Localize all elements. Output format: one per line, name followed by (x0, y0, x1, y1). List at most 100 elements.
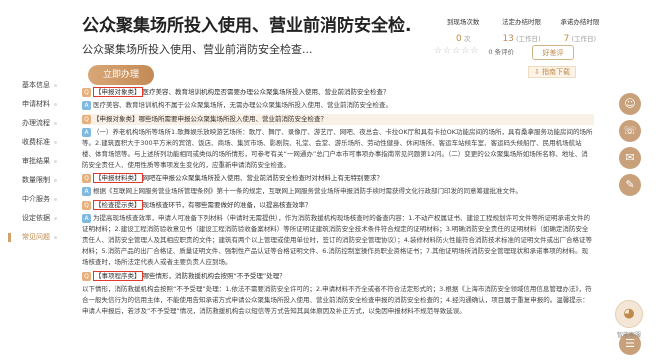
faq-tag: 【申报对象类】 (93, 87, 143, 97)
question-icon: Q (82, 200, 91, 210)
stat-promised-limit: 承诺办结时限 7 (工作日) (551, 16, 609, 44)
faq-answer-text: （一）养老机构场所等场所1.歌舞娱乐放映游艺场所：歌厅、舞厅、录像厅、游艺厅、网… (82, 128, 593, 169)
guide-download-button[interactable]: ⇩ 指南下载 (528, 66, 576, 78)
star-icon: ☆ (452, 46, 461, 56)
stat-label: 承诺办结时限 (560, 18, 600, 26)
sidebar-item-limits[interactable]: 数量限制 (0, 171, 60, 190)
chat-button[interactable]: ✉ (619, 147, 641, 169)
sidebar-item-label: 数量限制 (22, 176, 50, 184)
star-icon: ☆ (461, 46, 470, 56)
message-button[interactable]: ✎ (619, 174, 641, 196)
assistant-label: 智能客服 (616, 332, 641, 339)
sidebar-item-agency[interactable]: 中介服务 (0, 190, 60, 209)
sidebar-item-faq[interactable]: 常见问题 (0, 228, 60, 247)
chat-icon: ✉ (625, 151, 635, 164)
guide-download-label: 指南下载 (542, 68, 571, 76)
faq-question: Q 【事项程序类】 哪些情形，消防救援机构会按照“不予受理”处理？ (82, 271, 594, 282)
faq-answer: A 医疗美容、教育培训机构不属于公众聚集场所，无需办理公众聚集场所投入使用、营业前… (82, 100, 594, 111)
faq-question-text: 【申报对象类】哪些场所需要申报公众聚集场所投入使用、营业前消防安全检查？ (93, 115, 327, 123)
stat-legal-limit: 法定办结时限 13 (工作日) (492, 16, 550, 44)
faq-answer-text: 医疗美容、教育培训机构不属于公众聚集场所，无需办理公众聚集场所投入使用、营业前消… (93, 101, 392, 109)
active-indicator (8, 233, 11, 242)
nav-dot-icon (54, 198, 57, 201)
star-icon: ☆ (470, 46, 479, 56)
answer-icon: A (82, 100, 91, 110)
sidebar-item-label: 设定依据 (22, 214, 50, 222)
nav-dot-icon (54, 103, 57, 106)
nav-dot-icon (54, 141, 57, 144)
phone-icon: ☏ (623, 124, 637, 137)
page-title: 公众聚集场所投入使用、营业前消防安全检... (82, 16, 412, 36)
stat-unit: (工作日) (515, 35, 541, 43)
rate-button[interactable]: 好差评 (532, 45, 574, 60)
page: 公众聚集场所投入使用、营业前消防安全检... 公众聚集场所投入使用、营业前消防安… (0, 0, 660, 360)
stat-visits: 到现场次数 0 次 (434, 16, 492, 44)
faq-answer: A 根据《互联网上网服务营业场所管理条例》第十一条的规定，互联网上网服务营业场所申… (82, 186, 594, 197)
user-center-button[interactable]: ☺ (619, 93, 641, 115)
sidebar-item-basic-info[interactable]: 基本信息 (0, 76, 60, 95)
faq-question-text: 网吧在申报公众聚集场所投入使用、营业前消防安全检查时对材料上有无特别要求？ (142, 174, 384, 182)
faq-question-text: 医疗美容、教育培训机构是否需要办理公众聚集场所投入使用、营业前消防安全检查？ (142, 88, 390, 96)
stat-number: 7 (563, 34, 570, 44)
faq-question: Q 【申报对象类】哪些场所需要申报公众聚集场所投入使用、营业前消防安全检查？ (82, 114, 594, 125)
nav-dot-icon (54, 160, 57, 163)
faq-question-text: 哪些情形，消防救援机构会按照“不予受理”处理？ (142, 272, 286, 280)
download-icon: ⇩ (533, 68, 540, 76)
faq-answer-text: 为提高现场核查效率，申请人可准备下列材料（申请时无需提供），作为消防救援机构现场… (82, 214, 592, 266)
answer-icon: A (82, 127, 91, 137)
answer-icon: A (82, 186, 91, 196)
stat-unit: (工作日) (571, 35, 597, 43)
page-subtitle: 公众聚集场所投入使用、营业前消防安全检查... (82, 43, 313, 56)
message-icon: ✎ (625, 178, 635, 191)
faq-answer-text: 以下情形，消防救援机构会按照“不予受理”处理：1.依法不需要消防安全许可的；2.… (82, 285, 592, 315)
stat-value: 0 次 (434, 33, 492, 44)
sidebar-nav: 基本信息 申请材料 办理流程 收费标准 审批结果 数量限制 中介服务 设定依据 … (0, 76, 60, 247)
answer-icon: A (82, 213, 91, 223)
stat-label: 到现场次数 (446, 18, 480, 26)
user-icon: ☺ (624, 97, 636, 110)
faq-answer: A 为提高现场核查效率，申请人可准备下列材料（申请时无需提供），作为消防救援机构现… (82, 213, 594, 268)
sidebar-item-label: 申请材料 (22, 100, 50, 108)
nav-dot-icon (54, 179, 57, 182)
nav-dot-icon (54, 122, 57, 125)
stat-value: 7 (工作日) (551, 33, 609, 44)
rating-count: 0 条评价 (488, 48, 515, 56)
star-icon: ☆ (434, 46, 443, 56)
sidebar-item-label: 收费标准 (22, 138, 50, 146)
rating-row: ☆ ☆ ☆ ☆ ☆ 0 条评价 (434, 46, 514, 56)
stat-number: 0 (456, 34, 462, 44)
sidebar-item-results[interactable]: 审批结果 (0, 152, 60, 171)
smart-assistant-button[interactable]: ◕ 智能客服 (612, 300, 646, 339)
faq-answer: 以下情形，消防救援机构会按照“不予受理”处理：1.依法不需要消防安全许可的；2.… (82, 284, 594, 317)
faq-answer-text: 根据《互联网上网服务营业场所管理条例》第十一条的规定，互联网上网服务营业场所申报… (93, 187, 522, 195)
stat-number: 13 (502, 34, 514, 44)
stat-unit: 次 (463, 35, 471, 43)
question-icon: Q (82, 271, 91, 281)
faq-tag: 【申报材料类】 (93, 173, 143, 183)
sidebar-item-label: 常见问题 (22, 233, 50, 241)
sidebar-item-process[interactable]: 办理流程 (0, 114, 60, 133)
robot-icon: ◕ (615, 300, 643, 328)
faq-question: Q 【检查提示类】 现场核查环节，有哪些需要做好的准备，以提高核查效率？ (82, 200, 594, 211)
sidebar-item-label: 审批结果 (22, 157, 50, 165)
sidebar-item-label: 办理流程 (22, 119, 50, 127)
nav-dot-icon (54, 217, 57, 220)
star-rating: ☆ ☆ ☆ ☆ ☆ (434, 46, 478, 56)
faq-tag: 【事项程序类】 (93, 271, 143, 281)
sidebar-item-materials[interactable]: 申请材料 (0, 95, 60, 114)
apply-now-button[interactable]: 立即办理 (88, 65, 154, 85)
faq-list: Q 【申报对象类】 医疗美容、教育培训机构是否需要办理公众聚集场所投入使用、营业前消… (82, 86, 594, 317)
sidebar-item-basis[interactable]: 设定依据 (0, 209, 60, 228)
sidebar-item-label: 中介服务 (22, 195, 50, 203)
stat-label: 法定办结时限 (501, 18, 541, 26)
question-icon: Q (82, 114, 91, 124)
nav-dot-icon (54, 84, 57, 87)
faq-question: Q 【申报材料类】 网吧在申报公众聚集场所投入使用、营业前消防安全检查时对材料上有无… (82, 173, 594, 184)
nav-dot-icon (54, 236, 57, 239)
star-icon: ☆ (443, 46, 452, 56)
phone-button[interactable]: ☏ (619, 120, 641, 142)
stat-value: 13 (工作日) (492, 33, 550, 44)
sidebar-item-fees[interactable]: 收费标准 (0, 133, 60, 152)
stats-panel: 到现场次数 0 次 法定办结时限 13 (工作日) 承诺办结时限 7 (工作日) (434, 16, 609, 44)
question-icon: Q (82, 87, 91, 97)
